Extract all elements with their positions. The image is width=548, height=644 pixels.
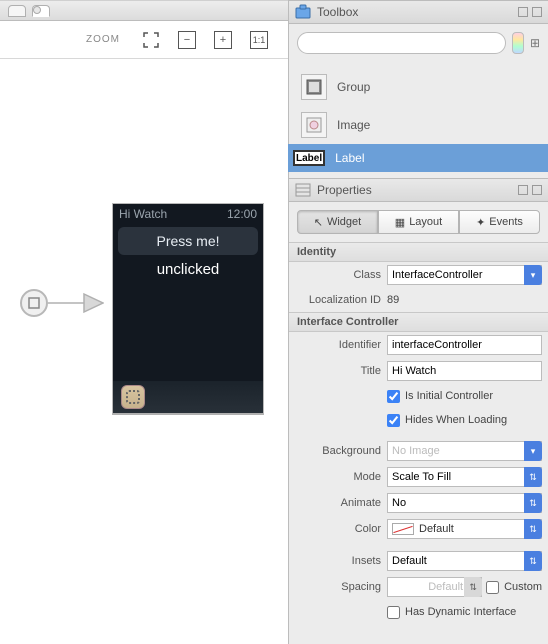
entry-point-node[interactable] (20, 289, 48, 317)
label-class: Class (295, 269, 381, 281)
toolbox-search-input[interactable] (297, 32, 506, 54)
toolbox-item-label: Image (337, 118, 370, 132)
checkbox-label: Has Dynamic Interface (405, 606, 516, 618)
tab-active[interactable] (32, 5, 50, 17)
toolbox-icon (295, 4, 311, 20)
layout-icon: ▦ (395, 216, 405, 229)
label-title: Title (295, 365, 381, 377)
tab-layout[interactable]: ▦ Layout (378, 210, 459, 234)
label-color: Color (295, 523, 381, 535)
zoom-label: ZOOM (86, 34, 120, 45)
category-filter-button[interactable] (512, 32, 524, 54)
label-spacing: Spacing (295, 581, 381, 593)
toolbox-item-label-text: Label (335, 151, 364, 165)
stepper-icon[interactable]: ⇅ (524, 467, 542, 487)
tab[interactable] (8, 5, 26, 17)
events-icon: ✦ (476, 216, 485, 229)
toolbox-item-image[interactable]: Image (297, 106, 540, 144)
label-insets: Insets (295, 555, 381, 567)
segue-arrow-icon (48, 291, 104, 315)
close-icon[interactable] (532, 185, 542, 195)
minimize-icon[interactable] (518, 7, 528, 17)
properties-title: Properties (317, 183, 512, 197)
grid-view-icon[interactable]: ⊞ (530, 33, 540, 53)
label-animate: Animate (295, 497, 381, 509)
stepper-icon[interactable]: ⇅ (524, 519, 542, 539)
section-identity: Identity (289, 242, 548, 262)
color-swatch (392, 523, 414, 535)
watch-label[interactable]: unclicked (113, 261, 263, 278)
image-icon (301, 112, 327, 138)
tab-label: Widget (327, 216, 361, 228)
watch-title: Hi Watch (119, 207, 167, 221)
stepper-icon[interactable]: ⇅ (524, 551, 542, 571)
chevron-down-icon[interactable]: ▾ (524, 265, 542, 285)
watch-dock (113, 381, 263, 413)
properties-tabs: ↖ Widget ▦ Layout ✦ Events (297, 210, 540, 234)
group-icon (301, 74, 327, 100)
label-icon: Label (293, 150, 325, 166)
stepper-icon[interactable]: ⇅ (464, 577, 482, 597)
design-canvas[interactable]: Hi Watch 12:00 Press me! unclicked (0, 59, 288, 644)
zoom-toolbar: ZOOM − + 1:1 (0, 21, 288, 59)
toolbox-header: Toolbox (289, 0, 548, 24)
chevron-down-icon[interactable]: ▾ (524, 441, 542, 461)
watch-time: 12:00 (227, 207, 257, 221)
watch-scene[interactable]: Hi Watch 12:00 Press me! unclicked (112, 203, 264, 415)
label-mode: Mode (295, 471, 381, 483)
watch-button[interactable]: Press me! (118, 227, 258, 255)
watch-button-label: Press me! (156, 233, 219, 249)
color-input[interactable]: Default (387, 519, 542, 539)
label-background: Background (295, 445, 381, 457)
insets-input[interactable] (387, 551, 542, 571)
close-icon[interactable] (532, 7, 542, 17)
zoom-in-icon[interactable]: + (214, 31, 232, 49)
localization-id-value: 89 (387, 294, 542, 306)
background-input[interactable] (387, 441, 542, 461)
watch-dock-item[interactable] (121, 385, 145, 409)
toolbox-title: Toolbox (317, 5, 512, 19)
toolbox-item-label[interactable]: Label Label (281, 144, 548, 172)
toolbox-item-label: Group (337, 80, 370, 94)
zoom-actual-icon[interactable]: 1:1 (250, 31, 268, 49)
toolbox-item-group[interactable]: Group (297, 68, 540, 106)
label-localization-id: Localization ID (295, 294, 381, 306)
checkbox-dynamic-interface[interactable]: Has Dynamic Interface (387, 606, 516, 619)
class-input[interactable] (387, 265, 542, 285)
checkbox-initial-controller[interactable]: Is Initial Controller (387, 390, 493, 403)
zoom-out-icon[interactable]: − (178, 31, 196, 49)
minimize-icon[interactable] (518, 185, 528, 195)
identifier-input[interactable] (387, 335, 542, 355)
properties-body: ↖ Widget ▦ Layout ✦ Events Identity Class ▾… (289, 202, 548, 644)
label-identifier: Identifier (295, 339, 381, 351)
stepper-icon[interactable]: ⇅ (524, 493, 542, 513)
cursor-icon: ↖ (314, 216, 323, 229)
tab-label: Events (489, 216, 523, 228)
mode-input[interactable] (387, 467, 542, 487)
animate-input[interactable] (387, 493, 542, 513)
inspector-pane: Toolbox 🔍 ⊞ Group Image Label Label Prop… (288, 0, 548, 644)
checkbox-label: Is Initial Controller (405, 390, 493, 402)
fit-icon[interactable] (142, 31, 160, 49)
color-value: Default (419, 523, 454, 535)
checkbox-hides-when-loading[interactable]: Hides When Loading (387, 414, 507, 427)
properties-header: Properties (289, 178, 548, 202)
title-input[interactable] (387, 361, 542, 381)
watch-status-bar: Hi Watch 12:00 (113, 204, 263, 224)
canvas-pane: ZOOM − + 1:1 Hi Watch 12:00 Press me! un… (0, 0, 288, 644)
checkbox-custom-spacing[interactable]: Custom (486, 581, 542, 594)
checkbox-label: Hides When Loading (405, 414, 507, 426)
toolbox-body: 🔍 ⊞ Group Image (289, 24, 548, 144)
checkbox-label: Custom (504, 581, 542, 593)
tab-widget[interactable]: ↖ Widget (297, 210, 378, 234)
properties-icon (295, 182, 311, 198)
section-interface-controller: Interface Controller (289, 312, 548, 332)
document-tabbar (0, 1, 288, 21)
tab-events[interactable]: ✦ Events (459, 210, 540, 234)
tab-label: Layout (409, 216, 442, 228)
